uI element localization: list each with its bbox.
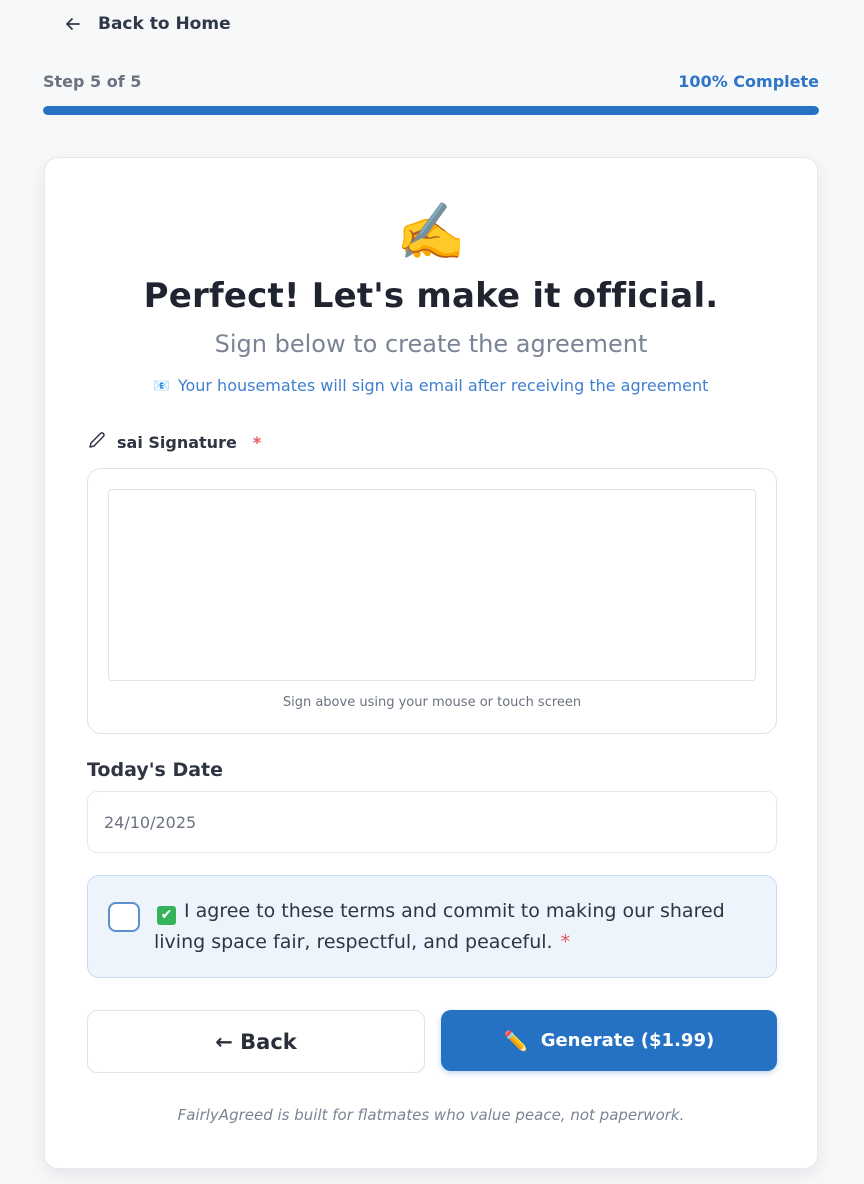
email-icon: 📧	[153, 379, 170, 394]
back-to-home-link[interactable]: Back to Home	[62, 10, 231, 38]
signature-label: sai Signature *	[87, 430, 261, 454]
back-to-home-label: Back to Home	[98, 14, 231, 34]
progress-bar	[43, 106, 819, 115]
email-info-notice: 📧 Your housemates will sign via email aft…	[45, 376, 817, 395]
footer-tagline: FairlyAgreed is built for flatmates who …	[177, 1106, 685, 1124]
agreement-box: ✔ I agree to these terms and commit to ma…	[87, 875, 777, 978]
agree-checkbox[interactable]	[108, 902, 140, 932]
page-subtitle: Sign below to create the agreement	[214, 330, 648, 358]
progress-bar-fill	[43, 106, 819, 115]
date-field[interactable]	[87, 791, 777, 853]
back-button[interactable]: ← Back	[87, 1010, 425, 1073]
agreement-text-main: I agree to these terms and commit to mak…	[154, 900, 725, 953]
arrow-left-icon	[62, 13, 84, 35]
progress-percent-label: 100% Complete	[678, 72, 819, 91]
signature-card: ✍️ Perfect! Let's make it official. Sign…	[44, 157, 818, 1169]
page: Back to Home Step 5 of 5 100% Complete ✍…	[0, 0, 864, 1184]
agreement-text[interactable]: ✔ I agree to these terms and commit to ma…	[154, 896, 754, 958]
date-label: Today's Date	[87, 759, 224, 781]
writing-hand-icon: ✍️	[396, 200, 466, 265]
signature-hint: Sign above using your mouse or touch scr…	[282, 695, 582, 710]
page-title: Perfect! Let's make it official.	[143, 276, 719, 316]
required-asterisk: *	[252, 432, 262, 452]
check-mark-icon: ✔	[157, 906, 176, 925]
generate-button-label: Generate ($1.99)	[540, 1030, 715, 1051]
required-asterisk: *	[560, 931, 571, 953]
signature-container: Sign above using your mouse or touch scr…	[87, 468, 777, 734]
signature-label-text: sai Signature	[117, 432, 237, 452]
email-info-text: Your housemates will sign via email afte…	[177, 376, 709, 395]
signature-pad[interactable]	[108, 489, 756, 681]
generate-button[interactable]: ✏️ Generate ($1.99)	[441, 1010, 777, 1071]
pencil-icon: ✏️	[503, 1028, 529, 1053]
pencil-icon	[87, 430, 107, 454]
step-indicator: Step 5 of 5	[43, 72, 142, 91]
